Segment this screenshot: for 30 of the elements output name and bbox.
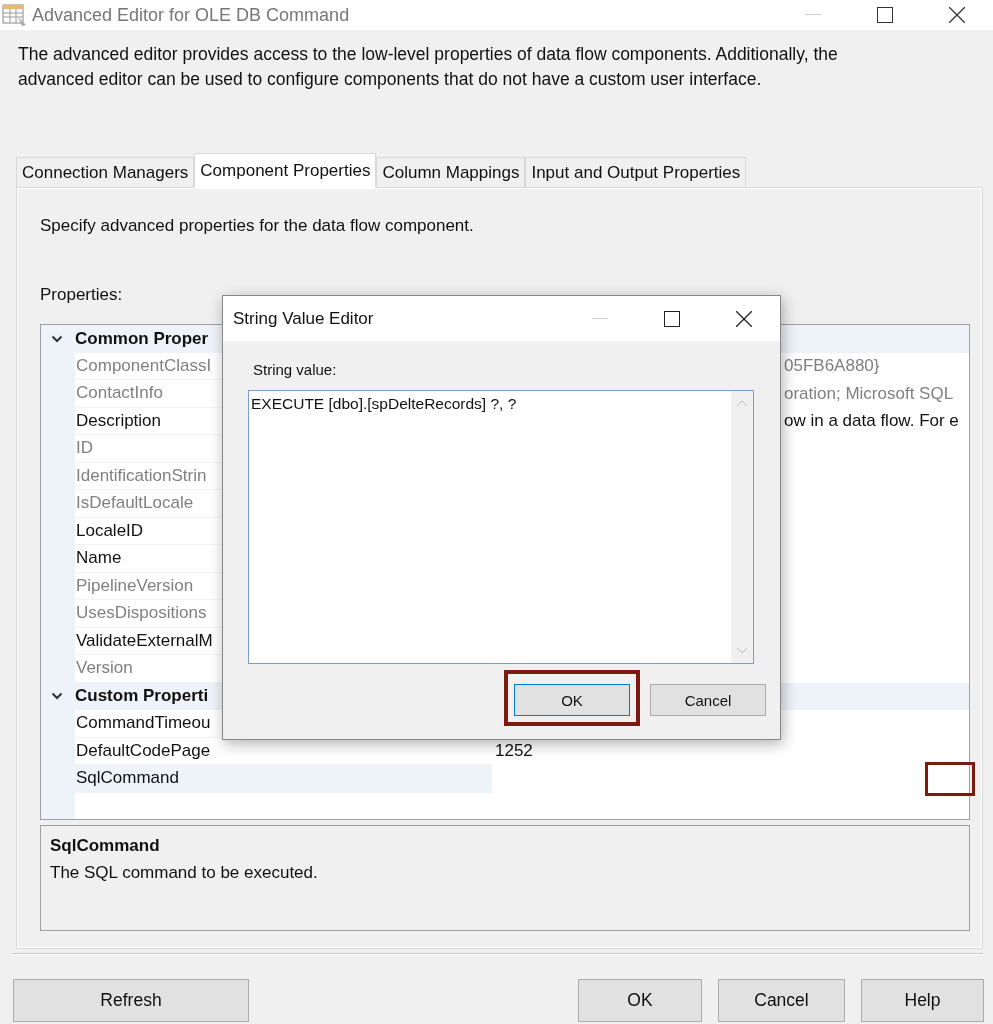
description-text: The SQL command to be executed. <box>50 861 319 884</box>
maximize-icon[interactable] <box>877 7 893 23</box>
string-value-field[interactable]: EXECUTE [dbo].[spDelteRecords] ?, ? <box>248 390 754 664</box>
field-label: String value: <box>253 361 338 380</box>
tab[interactable]: Connection Managers <box>16 157 195 187</box>
close-icon[interactable] <box>736 310 752 327</box>
property-value: 1252 <box>495 741 533 762</box>
description-title: SqlCommand <box>50 834 161 857</box>
footer-button[interactable]: OK <box>578 979 702 1022</box>
tab[interactable]: Input and Output Properties <box>525 157 747 187</box>
properties-label: Properties: <box>40 285 124 306</box>
close-icon[interactable] <box>949 7 965 23</box>
instruction-text: Specify advanced properties for the data flow component. <box>40 216 475 237</box>
tab[interactable]: Component Properties <box>194 153 377 188</box>
window-title: Advanced Editor for OLE DB Command <box>32 4 351 26</box>
footer-button[interactable]: Cancel <box>718 979 845 1022</box>
dialog-title: String Value Editor <box>233 308 375 329</box>
maximize-icon[interactable] <box>664 310 680 327</box>
refresh-button[interactable]: Refresh <box>13 979 249 1022</box>
property-name[interactable]: SqlCommand <box>75 765 492 793</box>
dialog-button[interactable]: Cancel <box>650 684 766 716</box>
property-value: oration; Microsoft SQL <box>784 383 954 404</box>
footer-button[interactable]: Help <box>861 979 984 1022</box>
intro-text: The advanced editor provides access to the low-level properties of data flow components. Additionally, the advanced editor can be used to configure components that do not have a custom user interface. <box>17 43 839 91</box>
category-name: Custom Properti <box>75 686 209 707</box>
category-name: Common Proper <box>75 328 209 349</box>
tab[interactable]: Column Mappings <box>376 157 526 187</box>
property-value: 05FB6A880} <box>784 356 880 377</box>
property-value: ow in a data flow. For e <box>784 411 959 432</box>
dialog-button[interactable]: OK <box>514 684 630 716</box>
